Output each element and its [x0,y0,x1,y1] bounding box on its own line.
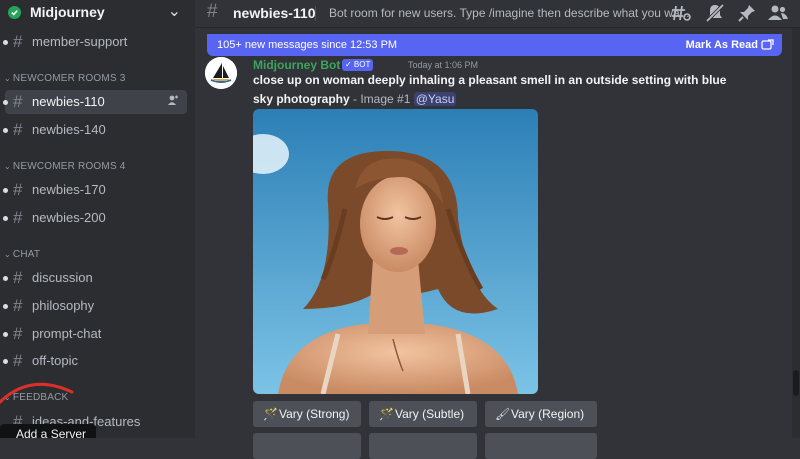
category-label: CHAT [12,249,41,260]
category-label: NEWCOMER ROOMS 3 [12,73,126,84]
notification-muted-icon[interactable] [705,3,725,23]
woman-portrait-image [253,109,538,394]
unread-dot [3,188,8,193]
hashtag-icon: # [13,32,23,51]
channel-label: newbies-200 [32,210,106,225]
divider [315,6,316,21]
magic-wand-icon: 🪄 [379,407,394,421]
scrollbar-thumb[interactable] [793,370,799,396]
channel-label: discussion [32,270,93,285]
category-label: NEWCOMER ROOMS 4 [12,161,126,172]
channel-member-support[interactable]: # member-support [3,30,187,54]
add-server-tooltip: Add a Server [0,424,96,438]
button-label: Vary (Region) [511,407,585,421]
vary-subtle-button[interactable]: 🪄 Vary (Subtle) [369,401,477,427]
message-prompt-line-2: sky photography - Image #1 @Yasu [253,92,457,106]
channel-newbies-110[interactable]: # newbies-110 [3,90,187,114]
mark-read-icon[interactable] [761,38,774,51]
hashtag-icon: # [13,296,23,315]
channel-label: member-support [32,34,128,49]
category-newcomer-rooms-4[interactable]: ⌄ NEWCOMER ROOMS 4 [4,161,126,172]
paintbrush-icon: 🖌 [495,407,511,421]
channel-newbies-170[interactable]: # newbies-170 [3,178,187,202]
unread-dot [3,216,8,221]
hashtag-icon: # [13,208,23,227]
channel-label: off-topic [32,353,79,368]
hashtag-icon: # [13,268,23,287]
magic-wand-icon: 🪄 [263,407,278,421]
category-newcomer-rooms-3[interactable]: ⌄ NEWCOMER ROOMS 3 [4,73,126,84]
channel-label: newbies-110 [32,94,105,109]
add-member-icon[interactable] [167,94,179,109]
chevron-down-icon: ⌄ [4,74,11,83]
unread-dot [3,40,8,45]
channel-newbies-140[interactable]: # newbies-140 [3,118,187,142]
channel-prompt-chat[interactable]: # prompt-chat [3,322,187,346]
channel-discussion[interactable]: # discussion [3,266,187,290]
chevron-down-icon: ⌄ [4,250,11,259]
tooltip-text: Add a Server [16,427,87,438]
chevron-down-icon: ⌄ [4,393,11,402]
pin-icon[interactable] [737,3,757,23]
message-timestamp: Today at 1:06 PM [408,60,479,70]
prompt-text: sky photography [253,92,350,106]
image-index-text: - Image #1 [349,92,414,106]
vary-strong-button[interactable]: 🪄 Vary (Strong) [253,401,361,427]
bot-badge: ✓ BOT [342,59,374,71]
unread-dot [3,332,8,337]
scrollbar[interactable] [792,28,800,438]
hashtag-icon: # [207,1,218,22]
category-chat[interactable]: ⌄ CHAT [4,249,40,260]
hashtag-icon: # [13,180,23,199]
chevron-down-icon[interactable]: ⌄ [168,1,181,21]
unread-dot [3,100,8,105]
channel-label: newbies-140 [32,122,106,137]
avatar[interactable] [205,57,237,89]
message-area: 105+ new messages since 12:53 PM Mark As… [195,28,800,459]
unread-dot [3,128,8,133]
button-label: Vary (Strong) [279,407,350,421]
verified-check-icon [8,6,21,19]
hashtag-icon: # [13,92,23,111]
channel-label: philosophy [32,298,95,313]
message-prompt-line: close up on woman deeply inhaling a plea… [253,73,727,87]
channel-label: newbies-170 [32,182,106,197]
channel-philosophy[interactable]: # philosophy [3,294,187,318]
mark-as-read-button[interactable]: Mark As Read [686,39,758,51]
chevron-down-icon: ⌄ [4,162,11,171]
hashtag-icon: # [13,324,23,343]
action-button[interactable] [485,433,597,459]
hashtag-icon: # [13,351,23,370]
unread-dot [3,304,8,309]
vary-region-button[interactable]: 🖌 Vary (Region) [485,401,597,427]
generated-image[interactable] [253,109,538,394]
channel-header: # newbies-110 Bot room for new users. Ty… [195,0,800,28]
server-header[interactable]: Midjourney ⌄ [0,0,195,25]
hashtag-icon: # [13,120,23,139]
message-author[interactable]: Midjourney Bot [253,58,340,72]
channel-label: prompt-chat [32,326,102,341]
member-list-icon[interactable] [767,3,789,23]
action-button[interactable] [253,433,361,459]
category-label: FEEDBACK [12,392,69,403]
channel-topic[interactable]: Bot room for new users. Type /imagine th… [329,6,690,20]
new-messages-bar[interactable]: 105+ new messages since 12:53 PM Mark As… [207,34,782,56]
channel-off-topic[interactable]: # off-topic [3,349,187,373]
category-feedback[interactable]: ⌄ FEEDBACK [4,392,68,403]
channel-newbies-200[interactable]: # newbies-200 [3,206,187,230]
action-button[interactable] [369,433,477,459]
new-messages-text: 105+ new messages since 12:53 PM [217,39,398,51]
unread-dot [3,359,8,364]
channel-sidebar: Midjourney ⌄ # member-support ⌄ NEWCOMER … [0,0,195,438]
server-name: Midjourney [30,4,105,20]
unread-dot [3,276,8,281]
channel-title: newbies-110 [233,5,316,21]
user-mention[interactable]: @Yasu [413,92,457,106]
sailboat-logo-icon [205,57,237,89]
button-label: Vary (Subtle) [395,407,465,421]
threads-icon[interactable] [671,3,691,23]
